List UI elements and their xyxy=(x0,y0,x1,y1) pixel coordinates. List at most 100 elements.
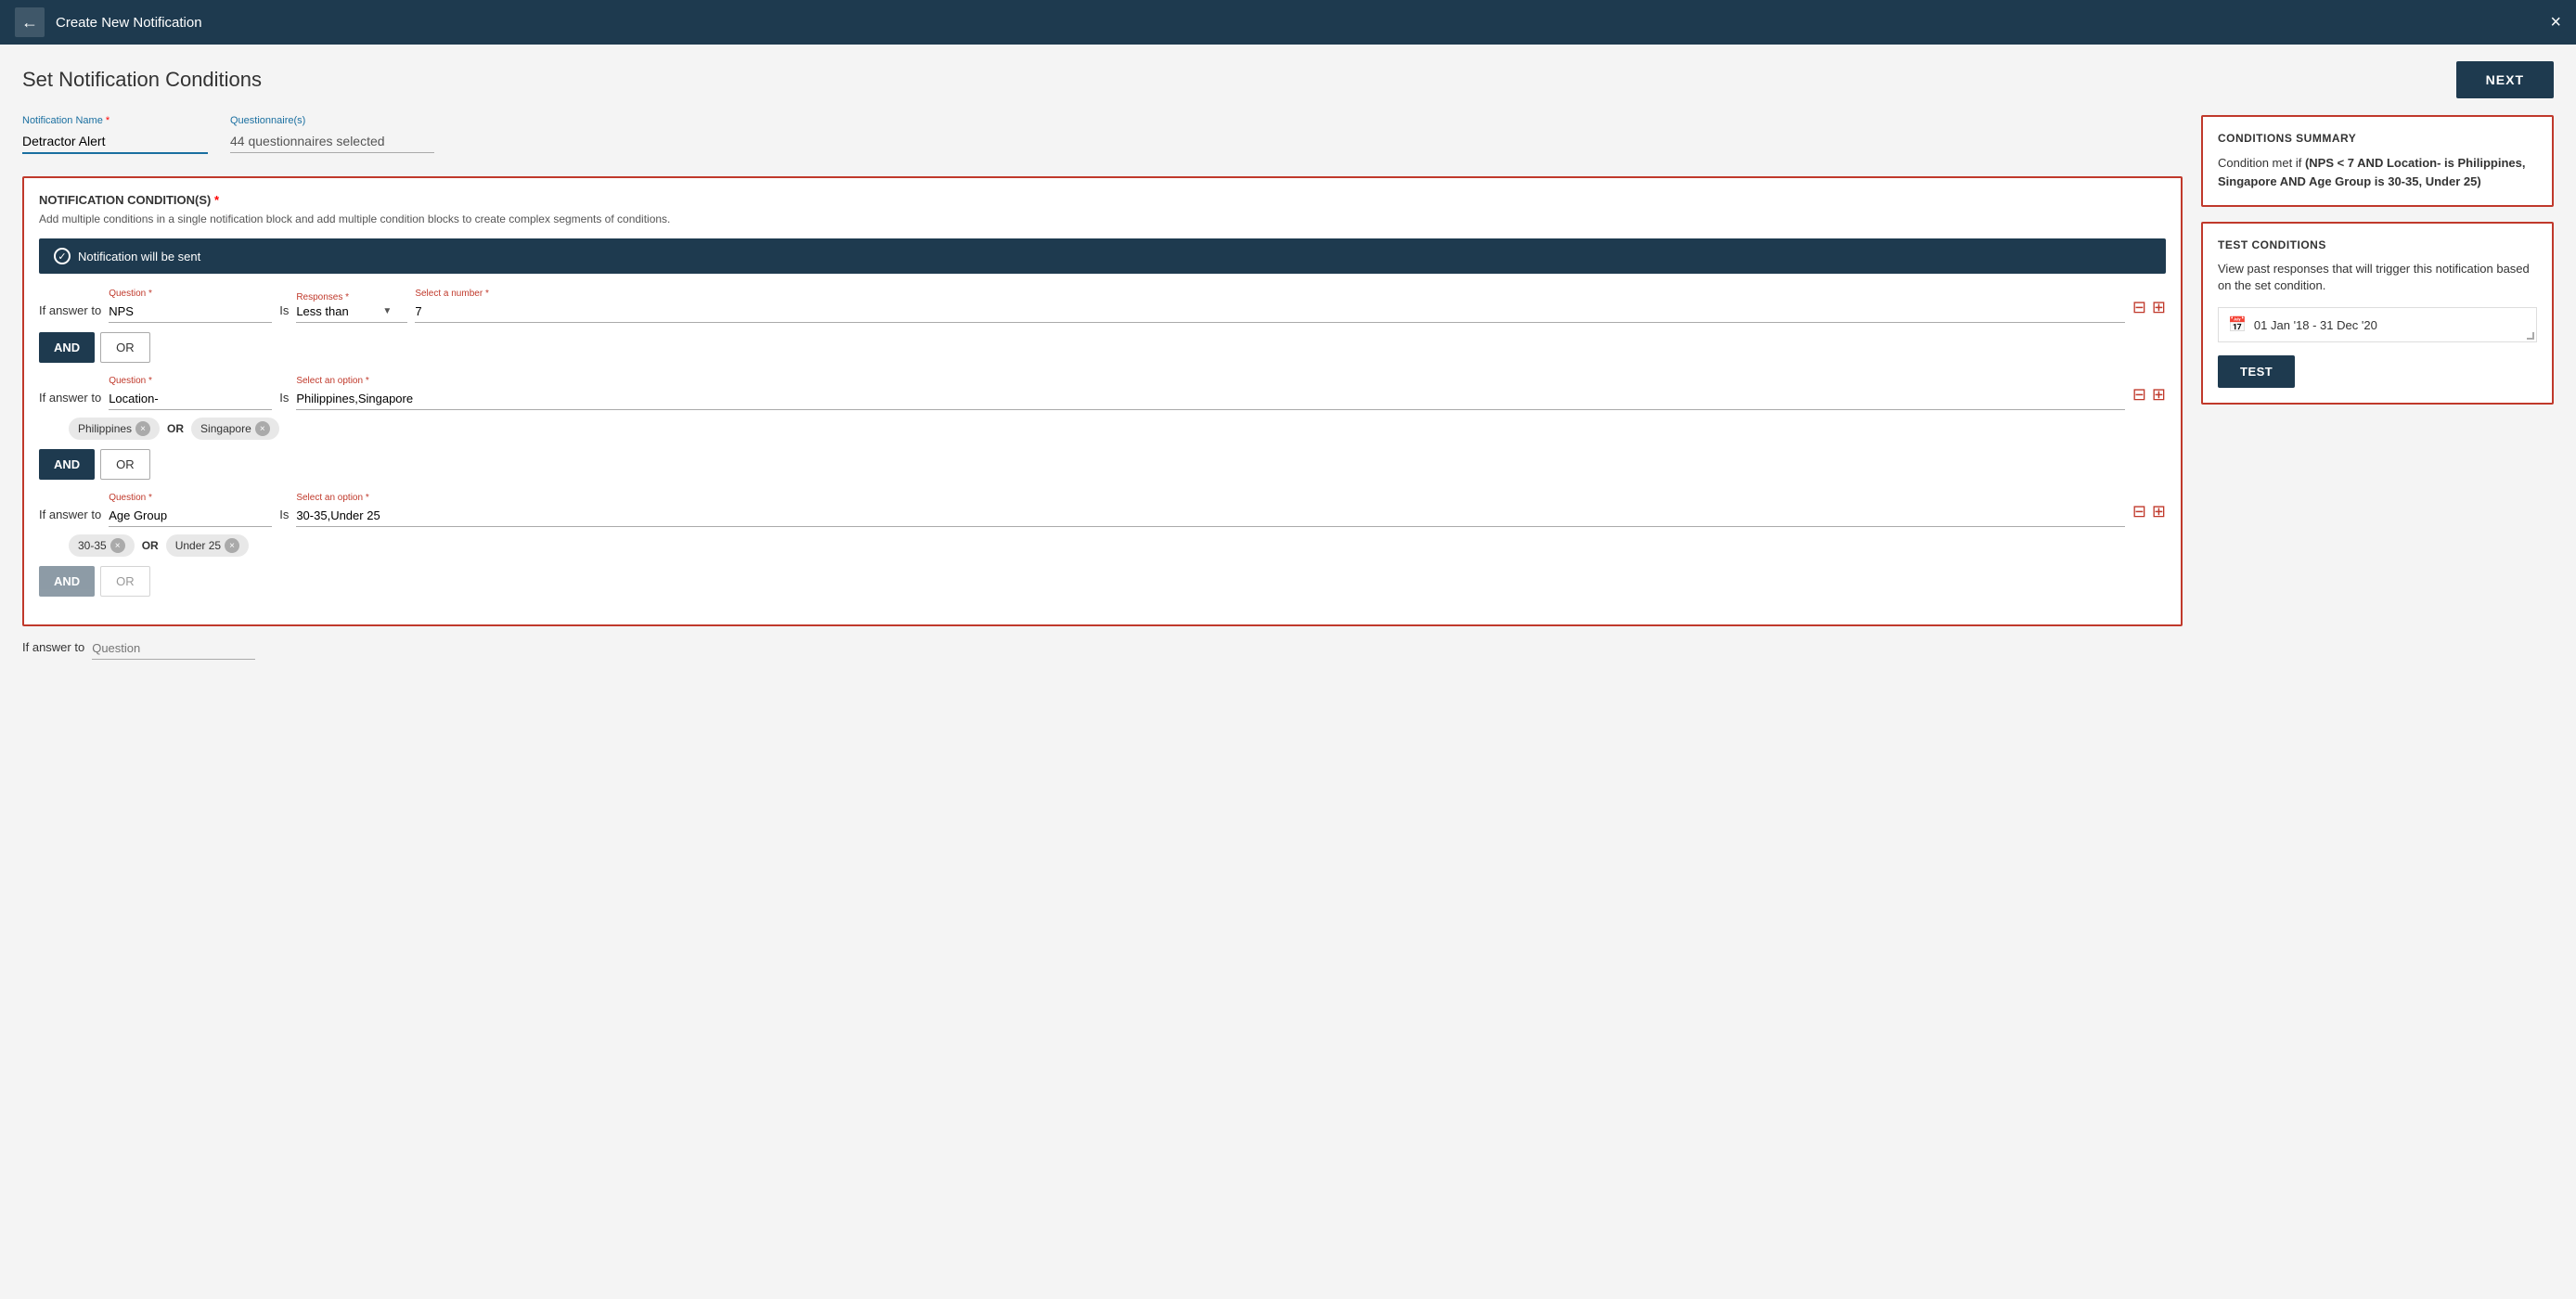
test-description: View past responses that will trigger th… xyxy=(2218,261,2537,294)
form-fields-row: Notification Name * Questionnaire(s) xyxy=(22,115,2183,161)
tag-under25: Under 25 × xyxy=(166,534,249,557)
plus-icon-3: ⊞ xyxy=(2152,502,2166,521)
remove-tag-3035[interactable]: × xyxy=(110,538,125,553)
minus-icon-3: ⊟ xyxy=(2132,502,2146,521)
tag-singapore: Singapore × xyxy=(191,418,279,440)
option-input-2[interactable] xyxy=(296,388,2124,410)
and-button-2[interactable]: AND xyxy=(39,449,95,480)
question-input-2[interactable] xyxy=(109,388,272,410)
condition-actions-2: ⊟ ⊞ xyxy=(2132,385,2166,410)
plus-icon-1: ⊞ xyxy=(2152,298,2166,317)
minus-icon-2: ⊟ xyxy=(2132,385,2146,405)
notification-name-label: Notification Name * xyxy=(22,115,208,126)
back-icon: ← xyxy=(21,13,38,32)
right-panel: CONDITIONS SUMMARY Condition met if (NPS… xyxy=(2201,115,2554,405)
responses-select-1[interactable]: Less than Greater than Equal to xyxy=(296,304,379,318)
questionnaires-label: Questionnaire(s) xyxy=(230,115,434,126)
date-range-text: 01 Jan '18 - 31 Dec '20 xyxy=(2254,318,2527,332)
bottom-question-input[interactable] xyxy=(92,637,255,660)
remove-condition-2[interactable]: ⊟ xyxy=(2132,385,2146,405)
bottom-if-row: If answer to xyxy=(22,637,2183,660)
notification-name-input[interactable] xyxy=(22,130,208,154)
questionnaires-input[interactable] xyxy=(230,130,434,153)
is-label-3: Is xyxy=(279,508,289,527)
dropdown-arrow-1: ▼ xyxy=(382,306,392,316)
and-or-row-1: AND OR xyxy=(39,332,2166,363)
add-condition-2[interactable]: ⊞ xyxy=(2152,385,2166,405)
if-answer-label-1: If answer to xyxy=(39,303,101,323)
main-layout: Notification Name * Questionnaire(s) NOT… xyxy=(0,115,2576,682)
is-label-2: Is xyxy=(279,391,289,410)
plus-icon-2: ⊞ xyxy=(2152,385,2166,405)
or-button-1[interactable]: OR xyxy=(100,332,150,363)
notification-name-group: Notification Name * xyxy=(22,115,208,154)
or-button-3[interactable]: OR xyxy=(100,566,150,597)
tag-3035: 30-35 × xyxy=(69,534,135,557)
condition-actions-1: ⊟ ⊞ xyxy=(2132,298,2166,323)
bottom-question-group xyxy=(92,637,255,660)
close-icon: × xyxy=(2550,12,2561,32)
tags-row-2: Philippines × OR Singapore × xyxy=(69,418,2166,440)
option-group-3: Select an option * xyxy=(296,493,2124,527)
bottom-if-label: If answer to xyxy=(22,640,84,660)
conditions-description: Add multiple conditions in a single noti… xyxy=(39,212,2166,225)
notif-bar-text: Notification will be sent xyxy=(78,250,200,264)
and-button-1[interactable]: AND xyxy=(39,332,95,363)
conditions-summary-box: CONDITIONS SUMMARY Condition met if (NPS… xyxy=(2201,115,2554,207)
if-answer-label-3: If answer to xyxy=(39,508,101,527)
remove-condition-1[interactable]: ⊟ xyxy=(2132,298,2146,317)
next-button[interactable]: NEXT xyxy=(2456,61,2554,98)
summary-text: Condition met if (NPS < 7 AND Location- … xyxy=(2218,154,2537,190)
resize-handle xyxy=(2527,332,2534,340)
calendar-icon: 📅 xyxy=(2228,315,2247,334)
conditions-box: NOTIFICATION CONDITION(S) * Add multiple… xyxy=(22,176,2183,626)
summary-title: CONDITIONS SUMMARY xyxy=(2218,132,2537,145)
is-label-1: Is xyxy=(279,303,289,323)
add-condition-3[interactable]: ⊞ xyxy=(2152,502,2166,521)
remove-tag-singapore[interactable]: × xyxy=(255,421,270,436)
question-group-3: Question * xyxy=(109,493,272,527)
check-icon: ✓ xyxy=(54,248,71,264)
question-input-3[interactable] xyxy=(109,505,272,527)
condition-actions-3: ⊟ ⊞ xyxy=(2132,502,2166,527)
test-button[interactable]: TEST xyxy=(2218,355,2295,388)
conditions-title: NOTIFICATION CONDITION(S) * xyxy=(39,193,2166,207)
option-input-3[interactable] xyxy=(296,505,2124,527)
condition-row-1: If answer to Question * Is Responses * L… xyxy=(39,289,2166,323)
tag-or-3a: OR xyxy=(142,539,159,552)
remove-tag-philippines[interactable]: × xyxy=(135,421,150,436)
remove-tag-under25[interactable]: × xyxy=(225,538,239,553)
tag-philippines: Philippines × xyxy=(69,418,160,440)
back-button[interactable]: ← xyxy=(15,7,45,37)
responses-dropdown-1[interactable]: Less than Greater than Equal to ▼ xyxy=(296,304,407,323)
top-bar: ← Create New Notification × xyxy=(0,0,2576,45)
close-button[interactable]: × xyxy=(2550,13,2561,32)
questionnaires-group: Questionnaire(s) xyxy=(230,115,434,154)
notification-bar: ✓ Notification will be sent xyxy=(39,238,2166,274)
option-group-2: Select an option * xyxy=(296,376,2124,410)
number-input-1[interactable] xyxy=(415,301,2124,323)
question-input-1[interactable] xyxy=(109,301,272,323)
page-header: Set Notification Conditions NEXT xyxy=(0,45,2576,115)
and-button-3[interactable]: AND xyxy=(39,566,95,597)
page-title: Set Notification Conditions xyxy=(22,68,262,92)
and-or-row-2: AND OR xyxy=(39,449,2166,480)
condition-row-3: If answer to Question * Is Select an opt… xyxy=(39,493,2166,527)
date-range-row[interactable]: 📅 01 Jan '18 - 31 Dec '20 xyxy=(2218,307,2537,342)
condition-row-2: If answer to Question * Is Select an opt… xyxy=(39,376,2166,410)
window-title: Create New Notification xyxy=(56,15,202,31)
remove-condition-3[interactable]: ⊟ xyxy=(2132,502,2146,521)
tags-row-3: 30-35 × OR Under 25 × xyxy=(69,534,2166,557)
add-condition-1[interactable]: ⊞ xyxy=(2152,298,2166,317)
left-panel: Notification Name * Questionnaire(s) NOT… xyxy=(22,115,2183,660)
test-conditions-box: TEST CONDITIONS View past responses that… xyxy=(2201,222,2554,405)
number-group-1: Select a number * xyxy=(415,289,2124,323)
test-title: TEST CONDITIONS xyxy=(2218,238,2537,251)
question-group-1: Question * xyxy=(109,289,272,323)
or-button-2[interactable]: OR xyxy=(100,449,150,480)
question-group-2: Question * xyxy=(109,376,272,410)
tag-or-2a: OR xyxy=(167,422,184,435)
and-or-row-3: AND OR xyxy=(39,566,2166,597)
responses-group-1: Responses * Less than Greater than Equal… xyxy=(296,292,407,323)
minus-icon-1: ⊟ xyxy=(2132,298,2146,317)
